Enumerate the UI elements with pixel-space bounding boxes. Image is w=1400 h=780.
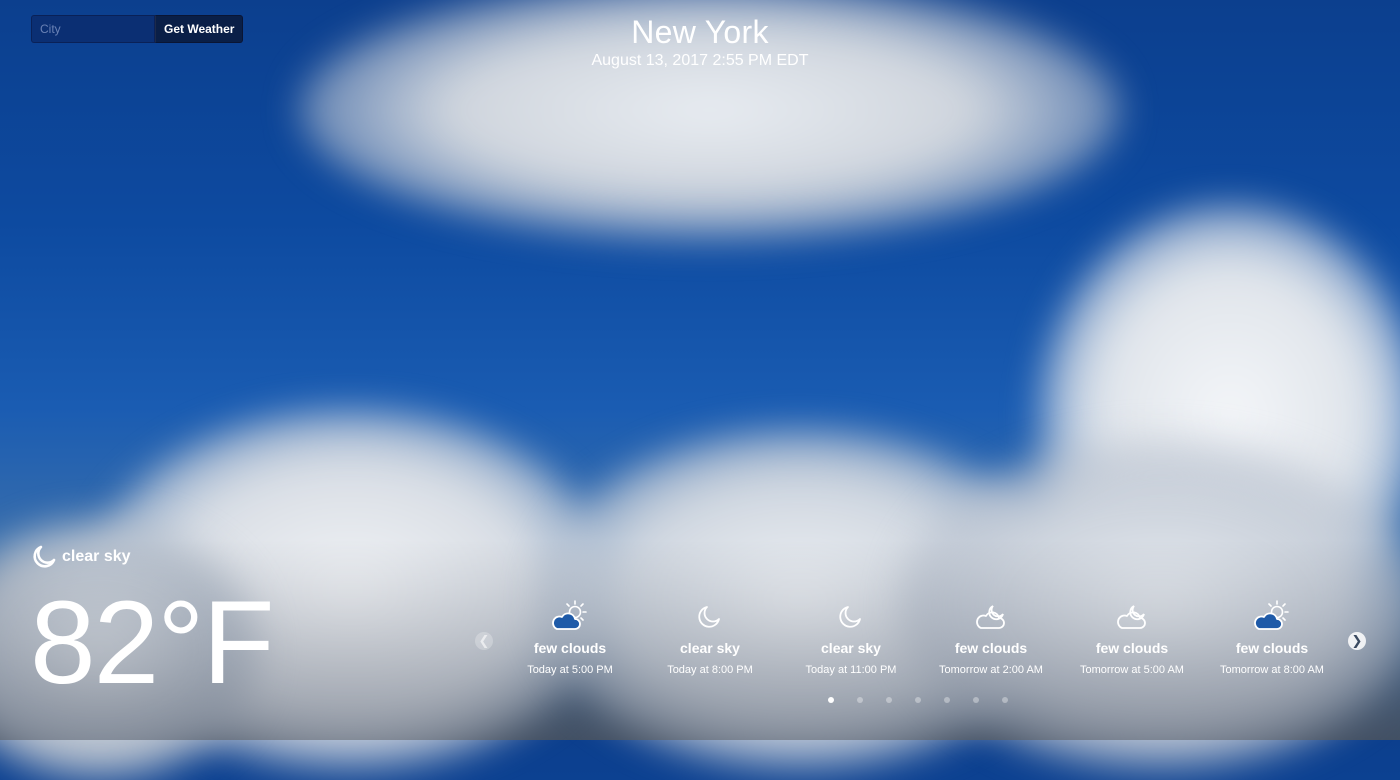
- forecast-description: few clouds: [1095, 640, 1169, 656]
- current-datetime: August 13, 2017 2:55 PM EDT: [591, 52, 809, 69]
- moon-cloud-icon: [972, 598, 1010, 632]
- forecast-time: Today at 8:00 PM: [667, 664, 753, 676]
- carousel-dot[interactable]: [1002, 697, 1008, 703]
- forecast-description: clear sky: [821, 640, 881, 656]
- forecast-item: clear sky Today at 11:00 PM: [781, 598, 921, 676]
- carousel-pagination: [828, 697, 1008, 703]
- carousel-dot[interactable]: [886, 697, 892, 703]
- carousel-dot[interactable]: [828, 697, 834, 703]
- sun-cloud-icon: [1253, 598, 1291, 632]
- forecast-description: few clouds: [533, 640, 607, 656]
- forecast-time: Today at 11:00 PM: [805, 664, 897, 676]
- carousel-prev-button[interactable]: ❮: [475, 632, 493, 650]
- forecast-item: clear sky Today at 8:00 PM: [640, 598, 780, 676]
- moon-icon: [33, 545, 56, 568]
- carousel-next-button[interactable]: ❯: [1348, 632, 1366, 650]
- forecast-item: few clouds Tomorrow at 5:00 AM: [1062, 598, 1202, 676]
- forecast-description: few clouds: [1235, 640, 1309, 656]
- moon-icon: [691, 598, 729, 632]
- forecast-time: Tomorrow at 8:00 AM: [1220, 664, 1324, 676]
- forecast-item: few clouds Today at 5:00 PM: [500, 598, 640, 676]
- forecast-item: few clouds Tomorrow at 2:00 AM: [921, 598, 1061, 676]
- moon-icon: [832, 598, 870, 632]
- current-condition-label: clear sky: [62, 548, 131, 565]
- forecast-description: few clouds: [954, 640, 1028, 656]
- forecast-time: Tomorrow at 2:00 AM: [939, 664, 1043, 676]
- forecast-item: few clouds Tomorrow at 8:00 AM: [1202, 598, 1342, 676]
- carousel-dot[interactable]: [857, 697, 863, 703]
- forecast-time: Today at 5:00 PM: [527, 664, 613, 676]
- forecast-time: Tomorrow at 5:00 AM: [1080, 664, 1184, 676]
- carousel-dot[interactable]: [973, 697, 979, 703]
- sun-cloud-icon: [551, 598, 589, 632]
- carousel-dot[interactable]: [915, 697, 921, 703]
- carousel-dot[interactable]: [944, 697, 950, 703]
- current-temperature: 82°F: [30, 577, 275, 709]
- forecast-description: clear sky: [680, 640, 740, 656]
- city-name: New York: [631, 14, 769, 50]
- current-condition: clear sky: [31, 544, 131, 570]
- location-header: New York August 13, 2017 2:55 PM EDT: [0, 14, 1400, 71]
- moon-cloud-icon: [1113, 598, 1151, 632]
